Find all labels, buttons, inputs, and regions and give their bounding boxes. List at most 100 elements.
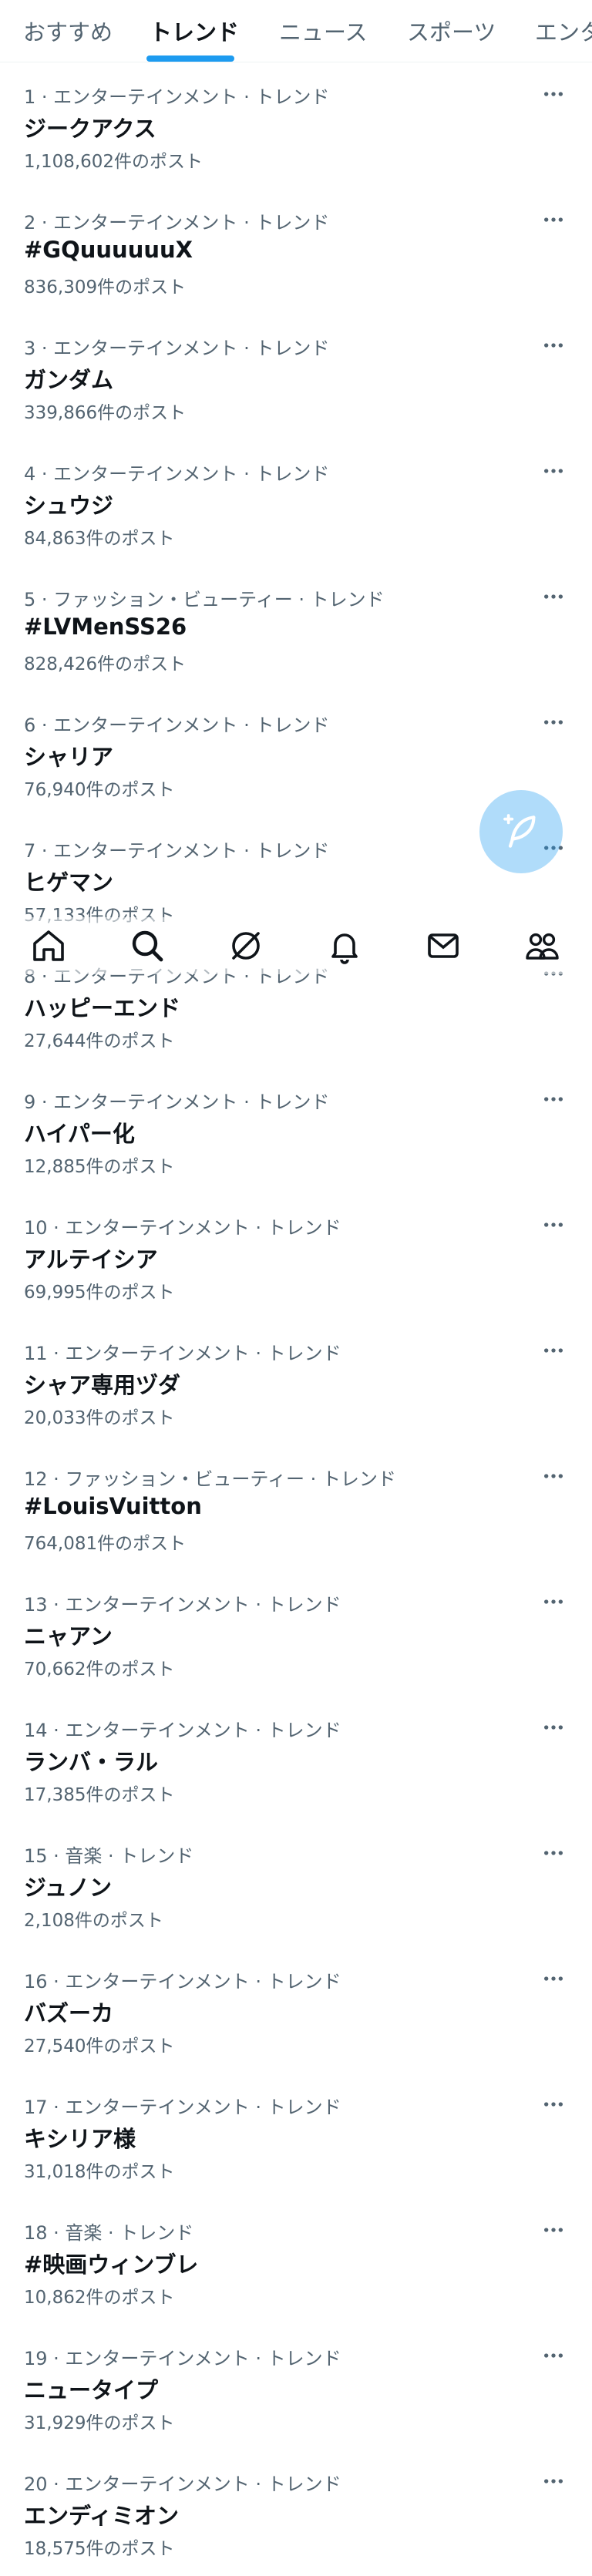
trend-name: ニュータイプ [24,2377,159,2403]
home-icon [33,930,64,961]
trend-meta: 18 · 音楽 · トレンド [24,2222,194,2244]
trend-meta: 15 · 音楽 · トレンド [24,1845,194,1867]
trend-name: ガンダム [24,367,114,393]
trend-item[interactable]: 2 · エンターテインメント · トレンド #GQuuuuuuX 836,309件の… [0,189,592,314]
trend-item[interactable]: 3 · エンターテインメント · トレンドガンダム 339,866件のポスト [0,314,592,440]
tab-news[interactable]: ニュース [279,0,368,62]
trend-post-count: 17,385件のポスト [24,1785,175,1805]
trend-more-button[interactable] [538,330,569,361]
trend-post-count: 339,866件のポスト [24,403,187,423]
trend-name: ジュノン [24,1875,112,1901]
grok-icon [232,932,260,960]
trend-post-count: 18,575件のポスト [24,2539,175,2559]
trend-meta: 4 · エンターテインメント · トレンド [24,463,330,485]
trend-item[interactable]: 12 · ファッション・ビューティー · トレンド #LouisVuitton 76… [0,1445,592,1571]
trend-item[interactable]: 9 · エンターテインメント · トレンド ハイパー化 12,885件のポスト [0,1068,592,1194]
more-horizontal-icon [544,720,563,725]
search-icon [132,930,163,962]
trend-name: ニャアン [24,1623,113,1650]
trend-name: ランバ・ラル [24,1749,159,1775]
trend-name: #GQuuuuuuX [24,237,193,263]
tab-trends[interactable]: トレンド [150,0,239,62]
compose-button[interactable] [479,790,563,873]
nav-messages[interactable] [422,925,464,967]
trend-meta: 10 · エンターテインメント · トレンド [24,1217,341,1239]
trend-meta: 7 · エンターテインメント · トレンド [24,840,330,862]
trend-name: キシリア様 [24,2126,136,2152]
trend-post-count: 31,018件のポスト [24,2162,175,2182]
trend-item[interactable]: 14 · エンターテインメント · トレンドランバ・ラル 17,385件のポスト [0,1697,592,1822]
trend-item[interactable]: 10 · エンターテインメント · トレンド アルテイシア 69,995件のポスト [0,1194,592,1320]
more-horizontal-icon [544,2102,563,2107]
more-horizontal-icon [544,1097,563,1101]
trend-meta: 5 · ファッション・ビューティー · トレンド [24,589,385,610]
trend-item[interactable]: 1 · エンターテインメント · トレンド ジークアクス 1,108,602件のポス… [0,63,592,189]
more-horizontal-icon [544,469,563,473]
trend-more-button[interactable] [538,1712,569,1743]
nav-notifications[interactable] [324,925,365,967]
mail-icon [428,933,459,958]
trend-meta: 11 · エンターテインメント · トレンド [24,1343,341,1364]
tab-sports[interactable]: スポーツ [407,0,496,62]
trend-meta: 3 · エンターテインメント · トレンド [24,338,330,359]
trend-meta: 14 · エンターテインメント · トレンド [24,1720,341,1741]
more-horizontal-icon [544,1725,563,1730]
explore-tabbar: おすすめ トレンド ニュース スポーツ エンタ [0,0,592,62]
trend-post-count: 764,081件のポスト [24,1534,187,1554]
trend-name: シャア専用ヅダ [24,1372,181,1398]
trend-more-button[interactable] [538,79,569,109]
trend-more-button[interactable] [538,2340,569,2371]
trend-meta: 19 · エンターテインメント · トレンド [24,2348,341,2369]
trend-meta: 6 · エンターテインメント · トレンド [24,715,330,736]
trend-item[interactable]: 13 · エンターテインメント · トレンド ニャアン 70,662件のポスト [0,1571,592,1697]
trend-item[interactable]: 15 · 音楽 · トレンド ジュノン 2,108件のポスト [0,1822,592,1948]
trend-item[interactable]: 11 · エンターテインメント · トレンドシャア専用ヅダ 20,033件のポスト [0,1320,592,1445]
trend-item[interactable]: 5 · ファッション・ビューティー · トレンド #LVMenSS26 828,42… [0,566,592,691]
nav-home[interactable] [28,925,69,967]
trend-item[interactable]: 18 · 音楽 · トレンド #映画ウィンブレ 10,862件のポスト [0,2199,592,2325]
trend-more-button[interactable] [538,2089,569,2120]
trend-more-button[interactable] [538,707,569,738]
nav-search[interactable] [126,925,168,967]
trend-more-button[interactable] [538,1963,569,1994]
trend-meta: 20 · エンターテインメント · トレンド [24,2473,341,2495]
trend-name: シャリア [24,744,114,770]
trend-post-count: 70,662件のポスト [24,1660,175,1680]
more-horizontal-icon [544,343,563,348]
trend-more-button[interactable] [538,204,569,235]
trend-post-count: 836,309件のポスト [24,277,187,298]
tab-recommended[interactable]: おすすめ [23,0,113,62]
trend-more-button[interactable] [538,1084,569,1115]
trend-item[interactable]: 17 · エンターテインメント · トレンドキシリア様 31,018件のポスト [0,2073,592,2199]
trend-more-button[interactable] [538,2466,569,2497]
trend-item[interactable]: 16 · エンターテインメント · トレンド バズーカ 27,540件のポスト [0,1948,592,2073]
trend-name: バズーカ [24,2000,114,2026]
bell-icon [331,933,358,964]
trend-meta: 17 · エンターテインメント · トレンド [24,2097,341,2118]
trend-more-button[interactable] [538,1586,569,1617]
trend-more-button[interactable] [538,1335,569,1366]
trend-post-count: 10,862件のポスト [24,2288,175,2308]
nav-communities[interactable] [521,925,563,967]
trend-post-count: 76,940件のポスト [24,780,175,800]
trend-more-button[interactable] [538,1461,569,1491]
trend-more-button[interactable] [538,1838,569,1868]
trend-more-button[interactable] [538,1209,569,1240]
trend-meta: 9 · エンターテインメント · トレンド [24,1091,330,1113]
trend-more-button[interactable] [538,2214,569,2245]
trend-name: #映画ウィンブレ [24,2251,199,2278]
tab-entertainment[interactable]: エンタ [535,0,592,62]
trend-item[interactable]: 20 · エンターテインメント · トレンド エンディミオン 18,575件のポスト [0,2450,592,2576]
trend-more-button[interactable] [538,456,569,486]
trend-name: #LVMenSS26 [24,614,187,640]
trend-more-button[interactable] [538,581,569,612]
trend-post-count: 20,033件のポスト [24,1408,175,1428]
trend-meta: 1 · エンターテインメント · トレンド [24,86,330,108]
trend-item[interactable]: 4 · エンターテインメント · トレンド シュウジ 84,863件のポスト [0,440,592,566]
nav-grok[interactable] [225,925,267,967]
trend-post-count: 69,995件のポスト [24,1283,175,1303]
compose-feather-icon [503,814,536,848]
trend-post-count: 27,644件のポスト [24,1031,175,1051]
trend-name: ハッピーエンド [24,995,181,1021]
trend-item[interactable]: 19 · エンターテインメント · トレンド ニュータイプ 31,929件のポスト [0,2325,592,2450]
